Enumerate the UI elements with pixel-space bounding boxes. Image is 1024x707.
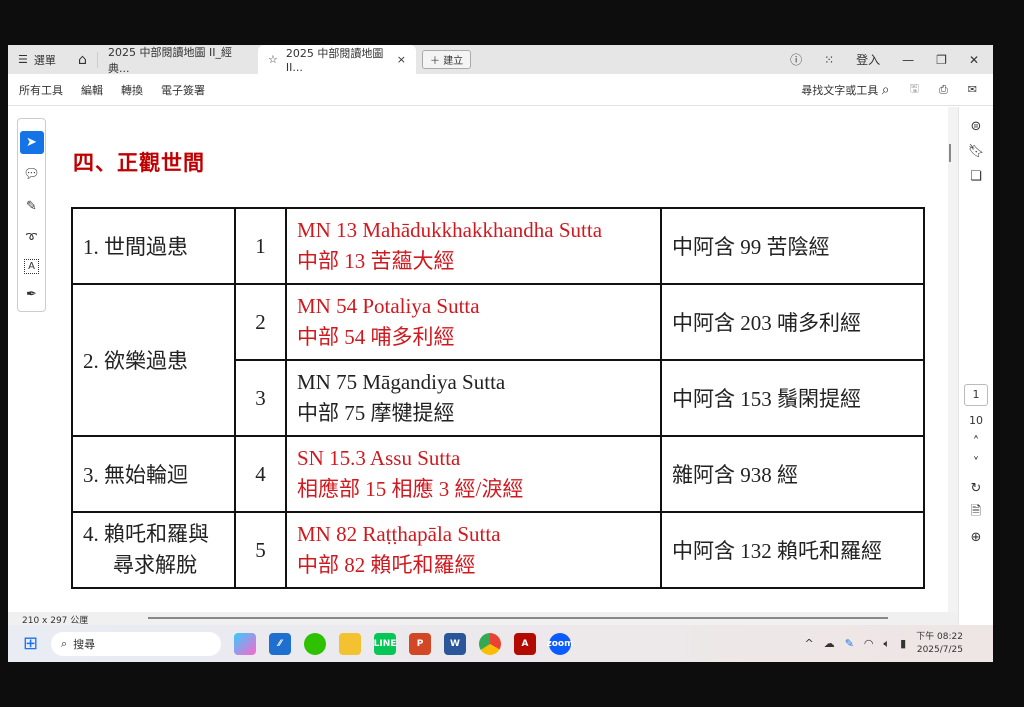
home-icon[interactable]: ⌂ xyxy=(68,51,98,68)
nikaya-cell: MN 54 Potaliya Sutta 中部 54 哺多利經 xyxy=(285,283,662,361)
star-icon[interactable]: ☆ xyxy=(268,53,278,66)
maximize-button[interactable]: ❐ xyxy=(936,53,947,67)
title-bar: ☰ 選單 ⌂ 2025 中部閱讀地圖 II_經典... ☆ 2025 中部閱讀地圖I… xyxy=(8,45,993,75)
right-panel-rail: ⊜ 🔖︎ ❏ 1 10 ˄ ˅ ↻ 🗎︎ ⊕ xyxy=(958,107,993,625)
agama-cell: 中阿含 99 苦陰經 xyxy=(660,207,925,285)
toolbar-esign[interactable]: 電子簽署 xyxy=(161,82,205,98)
table-row: 3. 無始輪迴 4 SN 15.3 Assu Sutta 相應部 15 相應 3 … xyxy=(71,435,925,513)
bookmarks-icon[interactable]: 🔖︎ xyxy=(968,144,985,159)
sutta-table: 1. 世間過患 1 MN 13 Mahādukkhakkhandha Sutta… xyxy=(71,207,925,589)
input-method-icon[interactable]: ✎ xyxy=(845,637,854,650)
help-icon[interactable]: ⓘ xyxy=(790,51,802,68)
select-cursor-icon[interactable]: ➤ xyxy=(19,131,44,154)
quick-tools-rail: ➤ 💬︎ ✎ ➰︎ A ✒ xyxy=(17,118,46,312)
page-number-input[interactable]: 1 xyxy=(964,384,988,406)
copilot-icon[interactable] xyxy=(234,632,256,655)
close-tab-icon[interactable]: × xyxy=(397,53,406,66)
close-window-button[interactable]: ✕ xyxy=(969,53,979,67)
fit-page-icon[interactable]: 🗎︎ xyxy=(971,502,981,524)
acrobat-icon[interactable]: A xyxy=(514,632,536,655)
acrobat-window: ☰ 選單 ⌂ 2025 中部閱讀地圖 II_經典... ☆ 2025 中部閱讀地圖I… xyxy=(8,45,993,626)
next-page-icon[interactable]: ˅ xyxy=(973,456,980,471)
text-box-icon[interactable]: A xyxy=(24,259,39,274)
nikaya-cell: MN 82 Raṭṭhapāla Sutta 中部 82 賴吒和羅經 xyxy=(285,511,662,589)
topic-cell: 1. 世間過患 xyxy=(71,207,236,285)
search-icon: ⌕ xyxy=(881,81,890,98)
chrome-icon[interactable] xyxy=(479,632,501,655)
table-row: 1. 世間過患 1 MN 13 Mahādukkhakkhandha Sutta… xyxy=(71,207,925,285)
number-cell: 5 xyxy=(234,511,287,589)
taskbar: ⊞ ⌕ 搜尋 ⁄⁄ LINE P W A zoom ^ ☁ ✎ ◠ 🔈︎ ▮ 下午… xyxy=(8,625,993,662)
topic-cell: 3. 無始輪迴 xyxy=(71,435,236,513)
word-icon[interactable]: W xyxy=(444,632,466,655)
save-icon[interactable]: 🖫 xyxy=(910,80,919,99)
new-tab-button[interactable]: ＋ 建立 xyxy=(422,50,472,69)
scrollbar-thumb[interactable] xyxy=(949,144,951,162)
agama-cell: 中阿含 132 賴吒和羅經 xyxy=(660,511,925,589)
sign-icon[interactable]: ✒ xyxy=(20,283,44,306)
nikaya-cell: MN 75 Māgandiya Sutta 中部 75 摩犍提經 xyxy=(285,359,662,437)
agama-cell: 雜阿含 938 經 xyxy=(660,435,925,513)
wechat-icon[interactable] xyxy=(304,632,326,655)
line-icon[interactable]: LINE xyxy=(374,632,396,655)
hamburger-icon: ☰ xyxy=(18,53,28,66)
table-row: 4. 賴吒和羅與 尋求解脫 5 MN 82 Raṭṭhapāla Sutta 中部 … xyxy=(71,511,925,589)
wifi-icon[interactable]: ◠ xyxy=(864,637,874,650)
toolbar-all-tools[interactable]: 所有工具 xyxy=(19,82,63,98)
number-cell: 4 xyxy=(234,435,287,513)
zoom-in-icon[interactable]: ⊕ xyxy=(971,530,982,545)
comments-panel-icon[interactable]: ⊜ xyxy=(971,119,982,134)
zoom-icon[interactable]: zoom xyxy=(547,632,574,655)
agama-cell: 中阿含 203 哺多利經 xyxy=(660,283,925,361)
find-tools-button[interactable]: 尋找文字或工具 ⌕ xyxy=(801,82,889,98)
topic-cell: 2. 欲樂過患 xyxy=(71,283,236,437)
file-explorer-icon[interactable] xyxy=(339,632,361,655)
draw-lasso-icon[interactable]: ➰︎ xyxy=(20,227,44,250)
number-cell: 3 xyxy=(234,359,287,437)
powerpoint-icon[interactable]: P xyxy=(409,632,431,655)
nikaya-cell: SN 15.3 Assu Sutta 相應部 15 相應 3 經/淚經 xyxy=(285,435,662,513)
table-row: 2. 欲樂過患 2 MN 54 Potaliya Sutta 中部 54 哺多利經… xyxy=(71,283,925,437)
rotate-icon[interactable]: ↻ xyxy=(971,481,982,496)
app-blue-icon[interactable]: ⁄⁄ xyxy=(269,632,291,655)
email-icon[interactable]: ✉ xyxy=(968,83,977,96)
total-pages: 10 xyxy=(969,414,983,427)
search-icon: ⌕ xyxy=(61,636,68,650)
volume-icon[interactable]: 🔈︎ xyxy=(884,637,891,651)
tab-document-2[interactable]: ☆ 2025 中部閱讀地圖II... × xyxy=(258,45,416,74)
toolbar: 所有工具 編輯 轉換 電子簽署 尋找文字或工具 ⌕ 🖫 ⎙ ✉ xyxy=(8,74,993,106)
section-heading: 四、正觀世間 xyxy=(73,150,205,175)
pages-icon[interactable]: ❏ xyxy=(970,169,982,184)
clock[interactable]: 下午 08:22 2025/7/25 xyxy=(916,631,963,657)
system-tray: ^ ☁ ✎ ◠ 🔈︎ ▮ 下午 08:22 2025/7/25 xyxy=(804,631,993,657)
document-view: ➤ 💬︎ ✎ ➰︎ A ✒ 四、正觀世間 1. 世間過患 1 MN 13 Mah… xyxy=(8,107,958,612)
toolbar-convert[interactable]: 轉換 xyxy=(121,82,143,98)
previous-page-icon[interactable]: ˄ xyxy=(973,435,980,450)
menu-button[interactable]: ☰ 選單 xyxy=(8,52,68,68)
agama-cell: 中阿含 153 鬚閑提經 xyxy=(660,359,925,437)
chevron-up-icon[interactable]: ^ xyxy=(804,637,813,650)
number-cell: 1 xyxy=(234,207,287,285)
topic-cell: 4. 賴吒和羅與 尋求解脫 xyxy=(71,511,236,589)
number-cell: 2 xyxy=(234,283,287,361)
status-bar: 210 x 297 公厘 xyxy=(8,612,958,626)
tab-document-1[interactable]: 2025 中部閱讀地圖 II_經典... xyxy=(98,45,258,75)
minimize-button[interactable]: — xyxy=(902,53,914,67)
highlight-pen-icon[interactable]: ✎ xyxy=(20,195,44,218)
taskbar-search[interactable]: ⌕ 搜尋 xyxy=(51,631,221,656)
toolbar-edit[interactable]: 編輯 xyxy=(81,82,103,98)
cloud-icon[interactable]: ☁ xyxy=(824,637,835,650)
nikaya-cell: MN 13 Mahādukkhakkhandha Sutta 中部 13 苦蘊大經 xyxy=(285,207,662,285)
battery-icon[interactable]: ▮ xyxy=(900,637,906,650)
horizontal-scrollbar[interactable] xyxy=(148,617,888,619)
comment-icon[interactable]: 💬︎ xyxy=(20,163,44,186)
print-icon[interactable]: ⎙ xyxy=(939,83,948,97)
sign-in-button[interactable]: 登入 xyxy=(856,51,880,68)
apps-icon[interactable]: ⁙ xyxy=(824,53,834,67)
vertical-scrollbar[interactable] xyxy=(948,107,958,612)
windows-start-icon[interactable]: ⊞ xyxy=(23,633,38,654)
